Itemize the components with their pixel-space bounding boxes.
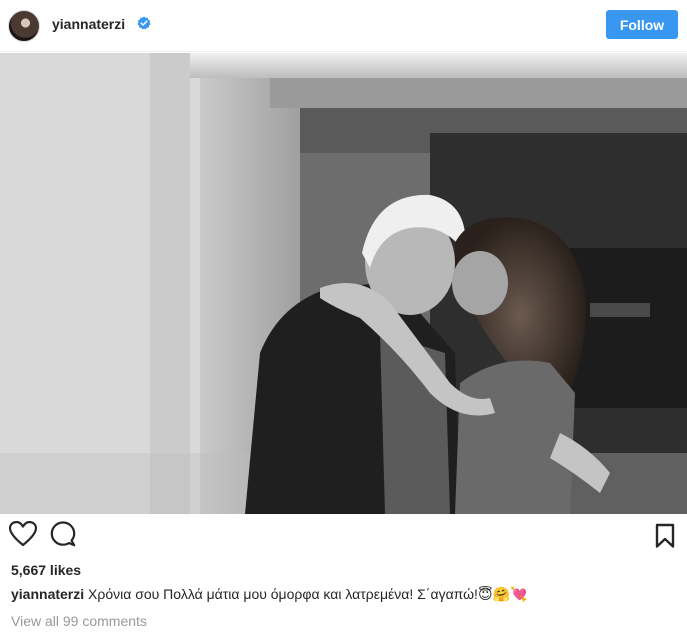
caption: yiannaterzi Χρόνια σου Πολλά μάτια μου ό…	[11, 586, 527, 603]
follow-button[interactable]: Follow	[606, 10, 678, 39]
verified-badge-icon	[137, 16, 151, 30]
caption-text: Χρόνια σου Πολλά μάτια μου όμορφα και λα…	[88, 586, 528, 602]
username-link[interactable]: yiannaterzi	[52, 16, 125, 32]
caption-username[interactable]: yiannaterzi	[11, 586, 84, 602]
comment-icon[interactable]	[50, 521, 76, 547]
bookmark-icon[interactable]	[655, 523, 675, 549]
action-bar	[0, 514, 687, 558]
likes-count[interactable]: 5,667 likes	[11, 562, 81, 578]
post-photo-image	[0, 53, 687, 514]
avatar[interactable]	[8, 10, 40, 42]
post-header: yiannaterzi Follow	[0, 0, 687, 52]
heart-icon[interactable]	[9, 521, 37, 547]
view-comments-link[interactable]: View all 99 comments	[11, 613, 147, 629]
post-photo[interactable]	[0, 53, 687, 514]
